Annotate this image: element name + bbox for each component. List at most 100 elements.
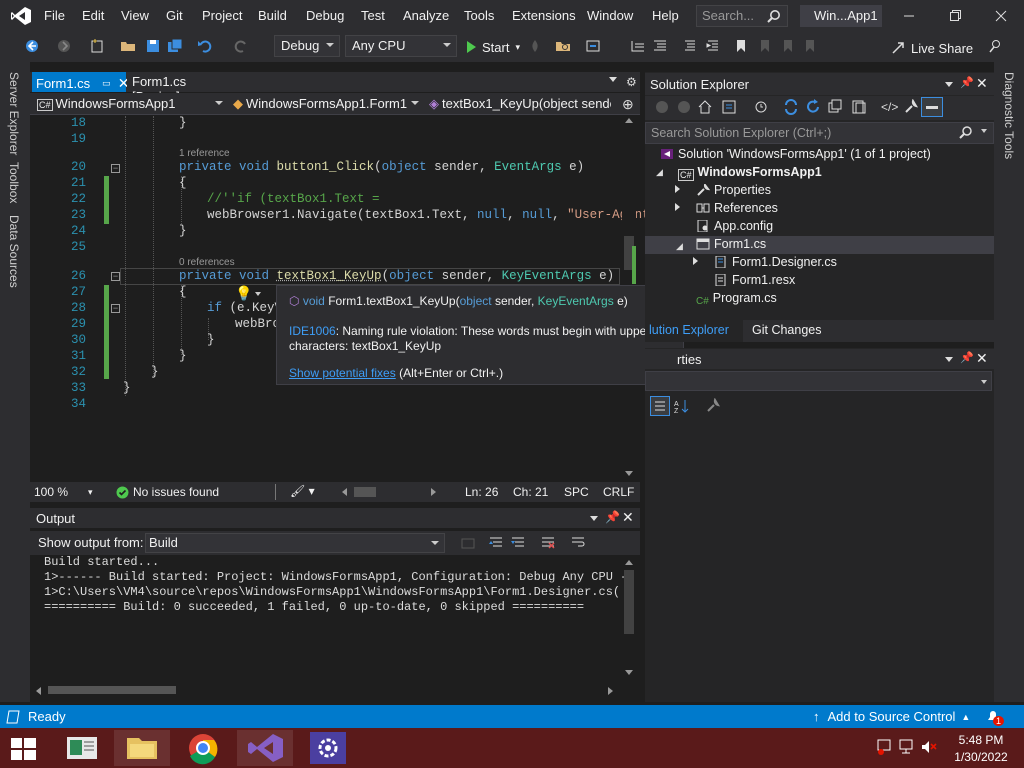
split-icon[interactable]: ⊕ [622, 96, 634, 113]
new-project-icon[interactable] [89, 38, 107, 56]
tab-overflow-icon[interactable] [609, 77, 617, 82]
menu-analyze[interactable]: Analyze [403, 8, 449, 23]
bookmark-next-icon[interactable] [780, 38, 798, 56]
undo-icon[interactable] [197, 38, 215, 56]
switch-views-icon[interactable] [721, 99, 737, 115]
line-indicator[interactable]: Ln: 26 [465, 485, 498, 499]
clock[interactable]: 5:48 PM 1/30/2022 [953, 733, 1009, 764]
member-dropdown[interactable]: ◈ textBox1_KeyUp(object sender [425, 94, 611, 114]
output-source-select[interactable]: Build [145, 533, 445, 553]
diagnostic-tools-tab[interactable]: Diagnostic Tools [1002, 72, 1016, 159]
issues-indicator[interactable]: No issues found [116, 485, 219, 499]
feedback-icon[interactable] [987, 38, 1005, 56]
code-view-icon[interactable]: </> [881, 100, 898, 114]
gear-icon[interactable]: ⚙ [626, 75, 637, 89]
tree-item-form1-designer[interactable]: Form1.Designer.cs [714, 255, 837, 269]
hot-reload-icon[interactable] [527, 38, 545, 56]
comment-icon[interactable] [630, 38, 648, 56]
word-wrap-icon[interactable] [570, 535, 586, 551]
reference-count[interactable]: 1 reference [179, 148, 230, 159]
show-potential-fixes-link[interactable]: Show potential fixes [289, 366, 396, 380]
brush-icon[interactable]: 🖌 ▾ [290, 484, 315, 498]
redo-icon[interactable] [233, 38, 251, 56]
collapse-icon[interactable]: − [111, 164, 120, 173]
notifications-bell-icon[interactable]: 1 [985, 708, 1005, 726]
lightbulb-icon[interactable]: 💡 [235, 285, 252, 302]
pin-icon[interactable]: 📌 [605, 510, 620, 524]
tree-item-program-cs[interactable]: C# Program.cs [696, 291, 777, 308]
format-icon[interactable] [682, 38, 700, 56]
clear-all-icon[interactable] [540, 535, 556, 551]
pin-icon[interactable]: 📌 [960, 76, 974, 89]
horizontal-scroll-thumb[interactable] [354, 487, 376, 497]
menu-tools[interactable]: Tools [464, 8, 494, 23]
bookmark-prev-icon[interactable] [757, 38, 775, 56]
tab-solution-explorer[interactable]: lution Explorer [645, 320, 743, 342]
tab-form1-cs[interactable]: Form1.cs ▭ ✕ [32, 72, 129, 92]
uncomment-icon[interactable] [652, 38, 670, 56]
column-indicator[interactable]: Ch: 21 [513, 485, 548, 499]
pin-icon[interactable]: 📌 [960, 351, 974, 364]
menu-extensions[interactable]: Extensions [512, 8, 576, 23]
property-pages-icon[interactable] [705, 398, 721, 414]
tree-item-properties[interactable]: Properties [696, 183, 771, 197]
menu-file[interactable]: File [44, 8, 65, 23]
indent-icon[interactable] [705, 38, 723, 56]
preview-selected-button[interactable] [921, 97, 943, 117]
expanded-arrow-icon[interactable]: ◢ [676, 241, 683, 252]
pin-icon[interactable]: ▭ [102, 78, 111, 89]
tree-item-references[interactable]: References [696, 201, 778, 215]
visual-studio-logo-icon[interactable] [10, 6, 32, 26]
sync-icon[interactable] [783, 99, 799, 115]
collapse-all-icon[interactable] [827, 99, 843, 115]
line-ending-indicator[interactable]: CRLF [603, 485, 634, 499]
categorized-icon[interactable] [650, 396, 670, 416]
start-button[interactable]: Start ▾ [465, 38, 520, 56]
scroll-right-icon[interactable] [431, 488, 436, 496]
taskbar-settings[interactable] [300, 730, 356, 766]
minimize-button[interactable] [903, 8, 915, 22]
toolbox-tab[interactable]: Toolbox [7, 162, 21, 203]
add-to-source-control-button[interactable]: ↑ Add to Source Control ▲ [813, 709, 970, 724]
search-box[interactable]: Search... [696, 5, 788, 27]
class-dropdown[interactable]: ◆ WindowsFormsApp1.Form1 [229, 94, 419, 114]
alphabetical-icon[interactable]: AZ [674, 398, 690, 414]
reference-count[interactable]: 0 references [179, 257, 235, 268]
properties-wrench-icon[interactable] [903, 99, 919, 115]
close-icon[interactable]: ✕ [976, 350, 988, 367]
home-icon[interactable] [697, 99, 713, 115]
tree-item-solution[interactable]: Solution 'WindowsFormsApp1' (1 of 1 proj… [660, 147, 931, 161]
tree-item-form1-resx[interactable]: Form1.resx [714, 273, 795, 287]
properties-object-select[interactable] [645, 371, 992, 391]
rule-id-link[interactable]: IDE1006 [289, 324, 336, 338]
windows-start-button[interactable] [0, 730, 48, 766]
taskbar-chrome[interactable] [175, 730, 231, 766]
chevron-down-icon[interactable] [590, 516, 598, 521]
collapse-icon[interactable]: − [111, 272, 120, 281]
collapsed-arrow-icon[interactable] [675, 185, 680, 193]
live-share-button[interactable]: Live Share [890, 39, 973, 57]
network-icon[interactable] [898, 738, 914, 756]
tab-form1-design[interactable]: Form1.cs [Design] [127, 72, 237, 104]
back-icon[interactable] [655, 100, 669, 114]
close-icon[interactable]: ✕ [622, 509, 634, 526]
back-icon[interactable] [24, 38, 42, 56]
maximize-button[interactable] [949, 8, 961, 22]
menu-window[interactable]: Window [587, 8, 633, 23]
chevron-down-icon[interactable] [255, 292, 261, 296]
scroll-left-icon[interactable] [342, 488, 347, 496]
go-to-location-icon[interactable] [460, 535, 476, 551]
tree-item-form1-cs[interactable]: Form1.cs [696, 237, 766, 251]
save-all-icon[interactable] [167, 38, 185, 56]
menu-git[interactable]: Git [166, 8, 183, 23]
save-icon[interactable] [145, 38, 163, 56]
taskbar-app-news[interactable] [55, 730, 111, 766]
forward-icon[interactable] [677, 100, 691, 114]
show-all-files-icon[interactable] [851, 99, 867, 115]
close-button[interactable] [995, 8, 1007, 22]
collapsed-arrow-icon[interactable] [693, 257, 698, 265]
chevron-down-icon[interactable] [945, 82, 953, 87]
whitespace-indicator[interactable]: SPC [564, 485, 589, 499]
next-message-icon[interactable] [510, 535, 526, 551]
taskbar-visual-studio[interactable] [237, 730, 293, 766]
